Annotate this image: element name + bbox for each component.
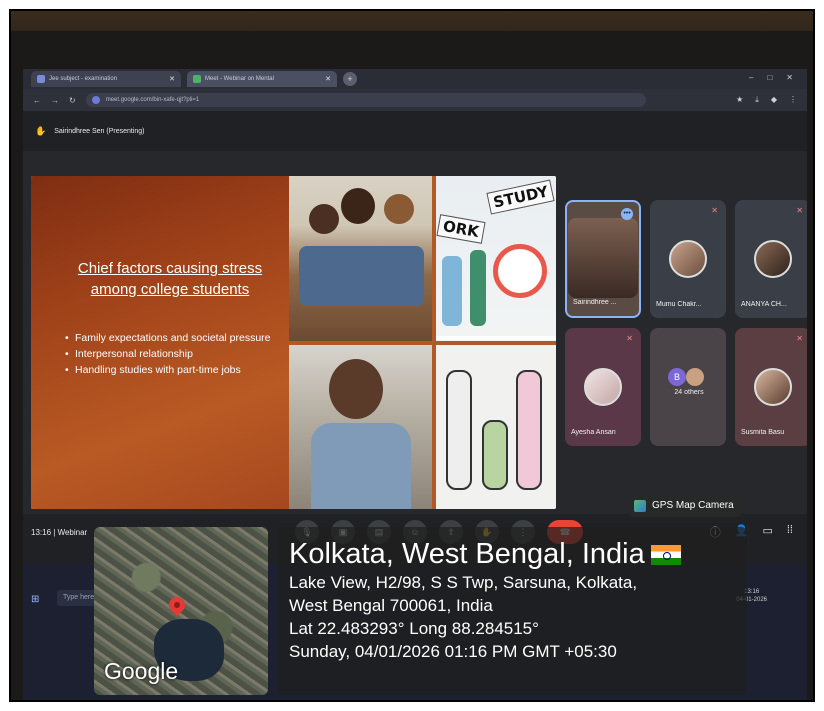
- browser-addressbar: ← → ↻ meet.google.com/bin-xafe-qjt?pli=1…: [23, 89, 807, 111]
- browser-tab-active[interactable]: Meet - Webinar on Mental ✕: [187, 71, 337, 87]
- chat-icon[interactable]: ▭: [762, 524, 772, 540]
- participant-tile-others[interactable]: B 24 others: [650, 328, 726, 446]
- reload-icon[interactable]: ↻: [69, 96, 76, 105]
- slide-divider: [289, 341, 556, 345]
- forward-icon[interactable]: →: [51, 96, 59, 105]
- bookmark-star-icon[interactable]: ★: [736, 95, 743, 105]
- slide-text-panel: Chief factors causing stress among colle…: [31, 176, 291, 509]
- browser-tab[interactable]: Jee subject - examination ✕: [31, 71, 181, 87]
- participant-tile[interactable]: ✕ Ayesha Ansari: [565, 328, 641, 446]
- mic-off-icon: ✕: [626, 334, 633, 343]
- participant-name: Sairindhree ...: [573, 299, 617, 306]
- meet-header: ✋ Sairindhree Sen (Presenting): [23, 111, 807, 151]
- slide-bullet: Family expectations and societal pressur…: [65, 332, 285, 345]
- figure-person: [470, 250, 486, 326]
- participant-name: 24 others: [674, 389, 704, 396]
- figure-person: [442, 256, 462, 326]
- maximize-icon[interactable]: □: [767, 73, 772, 82]
- family-pressure-illustration: [436, 340, 556, 509]
- study-sign: STUDY: [486, 179, 556, 215]
- india-flag-icon: [650, 545, 681, 566]
- google-logo: Google: [104, 658, 179, 684]
- figure-child: [482, 420, 508, 490]
- mic-off-icon: ✕: [796, 334, 803, 343]
- avatar: [754, 368, 792, 406]
- work-sign: ORK: [436, 214, 486, 244]
- address-line: West Bengal 700061, India: [289, 596, 493, 615]
- participant-name: Mumu Chakr...: [656, 301, 702, 308]
- slide-bullet: Handling studies with part-time jobs: [65, 364, 285, 377]
- others-avatar: B: [668, 368, 686, 386]
- location-city: Kolkata, West Bengal, India: [289, 537, 735, 571]
- presenter-label: Sairindhree Sen (Presenting): [54, 127, 145, 135]
- mic-off-icon: ✕: [796, 206, 803, 215]
- more-options-icon[interactable]: •••: [621, 208, 633, 220]
- gps-app-badge: GPS Map Camera: [628, 495, 742, 517]
- windows-start-icon[interactable]: ⊞: [31, 594, 39, 605]
- participant-video: [568, 218, 638, 298]
- close-icon[interactable]: ✕: [169, 75, 175, 83]
- participant-tile[interactable]: ✕ ANANYA CH...: [735, 200, 807, 318]
- browser-toolbar-icons: ★ ⤓ ◆ ⋮: [736, 95, 797, 105]
- menu-dots-icon[interactable]: ⋮: [789, 95, 797, 105]
- participant-tile-active[interactable]: ••• Sairindhree ...: [565, 200, 641, 318]
- minimize-icon[interactable]: –: [749, 73, 753, 82]
- coordinates: Lat 22.483293° Long 88.284515°: [289, 619, 539, 638]
- meeting-name: Webinar: [57, 528, 88, 537]
- participant-name: ANANYA CH...: [741, 301, 787, 308]
- avatar: [669, 240, 707, 278]
- figure-parent: [516, 370, 542, 490]
- student-head: [384, 194, 414, 224]
- address-line: Lake View, H2/98, S S Twp, Sarsuna, Kolk…: [289, 573, 638, 592]
- clock-time: 13:16: [31, 528, 52, 537]
- slide-title: Chief factors causing stress among colle…: [77, 260, 263, 298]
- students-photo: [289, 176, 432, 341]
- avatar: [584, 368, 622, 406]
- slide-bullet: Interpersonal relationship: [65, 348, 285, 361]
- boy-shirt: [311, 423, 411, 509]
- new-tab-icon[interactable]: +: [343, 72, 357, 86]
- boy-head: [329, 359, 383, 419]
- map-pin-icon: [165, 593, 189, 617]
- tab-favicon-icon: [37, 75, 45, 83]
- student-head: [309, 204, 339, 234]
- map-thumbnail: Google: [94, 527, 268, 695]
- avatar: [754, 240, 792, 278]
- figure-parent: [446, 370, 472, 490]
- presenting-icon: ✋: [35, 125, 47, 136]
- back-icon[interactable]: ←: [33, 96, 41, 105]
- activities-icon[interactable]: ⁞⁞: [787, 524, 793, 540]
- download-icon[interactable]: ⤓: [755, 95, 759, 105]
- datetime: Sunday, 04/01/2026 01:16 PM GMT +05:30: [289, 642, 617, 661]
- city-text: Kolkata, West Bengal, India: [289, 538, 645, 570]
- browser-tabbar: Jee subject - examination ✕ Meet - Webin…: [23, 69, 807, 89]
- meet-favicon-icon: [193, 75, 201, 83]
- mic-off-icon: ✕: [711, 206, 718, 215]
- location-info-panel: Kolkata, West Bengal, India Lake View, H…: [277, 527, 747, 695]
- window-controls: – □ ✕: [749, 73, 793, 82]
- clock-icon: [493, 244, 547, 298]
- url-field[interactable]: meet.google.com/bin-xafe-qjt?pli=1: [85, 93, 646, 107]
- boy-photo: [289, 345, 432, 509]
- close-icon[interactable]: ✕: [325, 75, 331, 83]
- students-clothing: [299, 246, 424, 306]
- participant-tile[interactable]: ✕ Susmita Basu: [735, 328, 807, 446]
- tab-label: Jee subject - examination: [49, 76, 118, 82]
- student-head: [341, 188, 375, 224]
- participant-name: Ayesha Ansari: [571, 429, 616, 436]
- participant-name: Susmita Basu: [741, 429, 785, 436]
- meeting-time: 13:16 | Webinar: [31, 528, 88, 537]
- close-window-icon[interactable]: ✕: [786, 73, 793, 82]
- others-avatar: [686, 368, 704, 386]
- tab-label: Meet - Webinar on Mental: [205, 76, 274, 82]
- slide-bullets: Family expectations and societal pressur…: [65, 332, 285, 380]
- participant-tile[interactable]: ✕ Mumu Chakr...: [650, 200, 726, 318]
- extensions-icon[interactable]: ◆: [771, 95, 777, 105]
- presentation-slide: Chief factors causing stress among colle…: [31, 176, 556, 509]
